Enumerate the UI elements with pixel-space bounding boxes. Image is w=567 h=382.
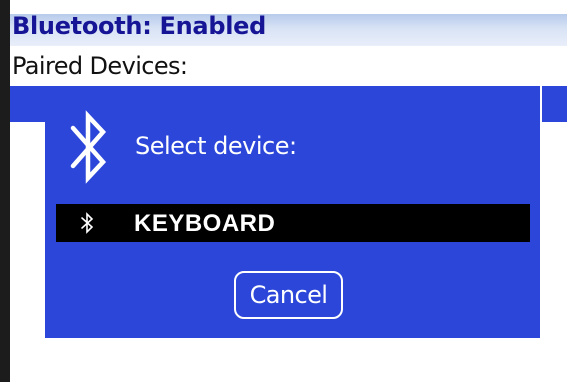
cancel-button-label: Cancel xyxy=(249,281,328,309)
bluetooth-icon xyxy=(81,212,94,234)
paired-devices-label: Paired Devices: xyxy=(12,52,188,80)
cancel-button[interactable]: Cancel xyxy=(234,271,343,319)
device-name: KEYBOARD xyxy=(134,210,276,237)
screen-left-border xyxy=(0,0,10,382)
bluetooth-icon xyxy=(70,110,106,184)
device-list-item[interactable]: KEYBOARD xyxy=(56,204,530,242)
dialog-prompt: Select device: xyxy=(135,132,297,160)
select-device-dialog: Select device: KEYBOARD Cancel xyxy=(45,86,540,338)
bluetooth-screen: Bluetooth: Enabled Paired Devices: Selec… xyxy=(0,0,567,382)
page-title: Bluetooth: Enabled xyxy=(12,12,266,40)
